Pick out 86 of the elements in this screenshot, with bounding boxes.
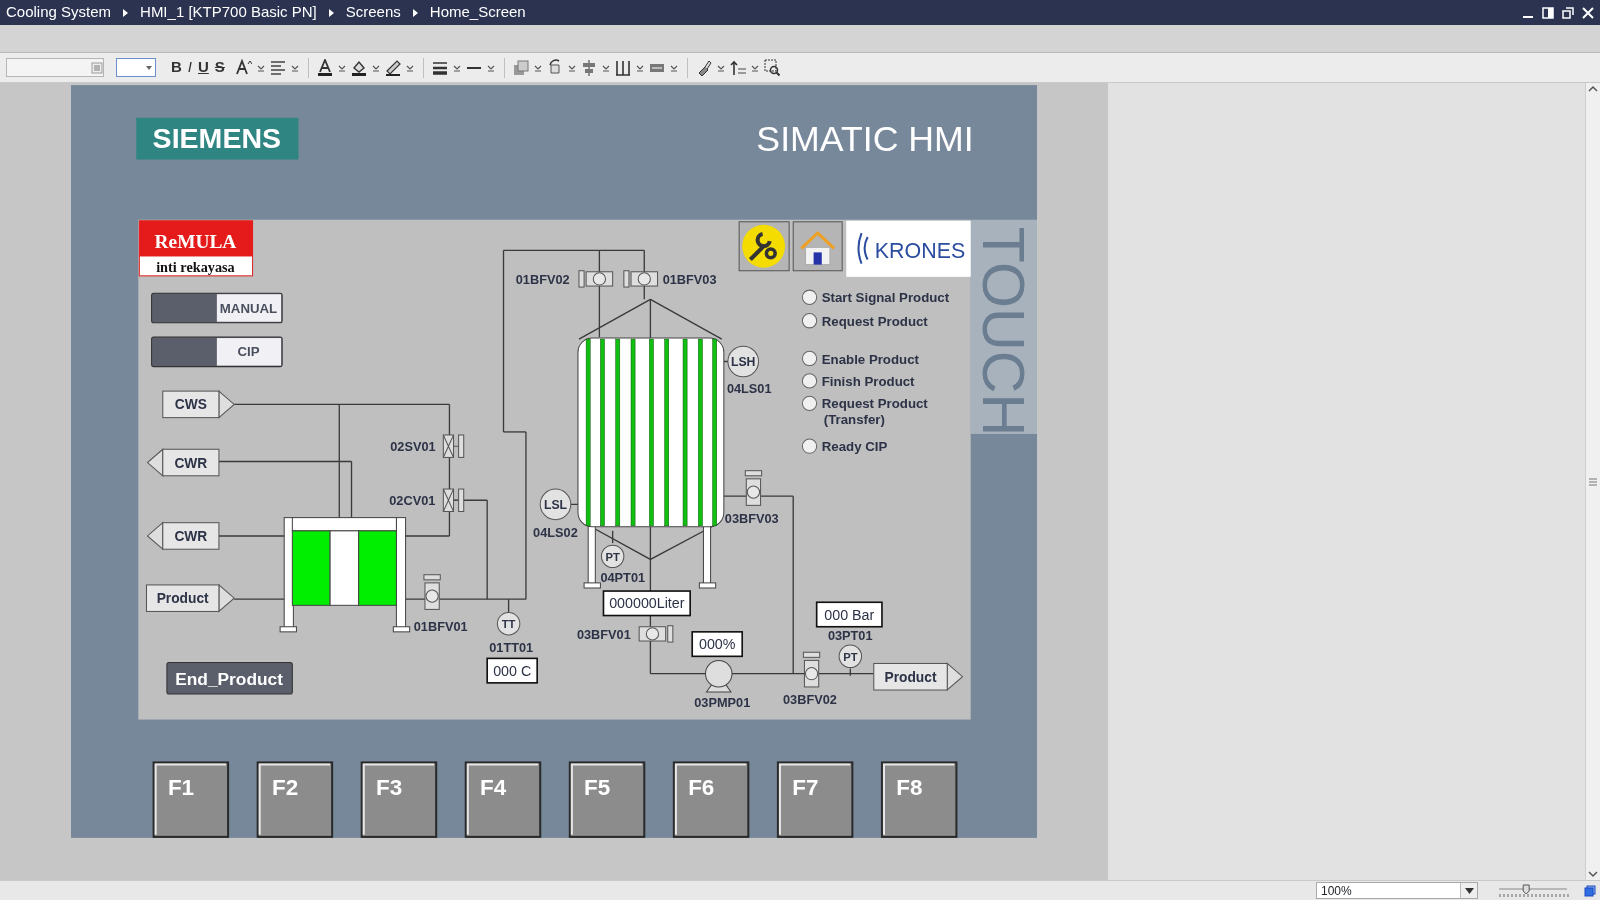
- zoom-area-icon[interactable]: [763, 58, 780, 77]
- scroll-grip-icon[interactable]: [1589, 477, 1597, 486]
- end-product-button[interactable]: End_Product: [166, 661, 293, 695]
- breadcrumb-separator-icon: [412, 8, 418, 17]
- panel-toggle-icon[interactable]: [1584, 884, 1596, 897]
- valve-tag: 02CV01: [389, 493, 436, 509]
- close-icon[interactable]: [1582, 6, 1594, 19]
- instrument-tag: 04LS01: [726, 381, 772, 397]
- zoom-slider[interactable]: [1497, 883, 1569, 898]
- instrument-bubble[interactable]: PT: [600, 544, 625, 569]
- text-color-icon[interactable]: [316, 58, 333, 77]
- instrument-bubble[interactable]: LSH: [727, 345, 760, 378]
- settings-button[interactable]: [738, 221, 790, 272]
- breadcrumb-separator-icon: [328, 8, 334, 17]
- value-display: 000 Bar: [815, 601, 883, 628]
- butterfly-valve-icon[interactable]: [802, 651, 821, 688]
- valve-tag: 03BFV02: [783, 692, 837, 708]
- caret-icon[interactable]: [1464, 887, 1474, 894]
- bold-button[interactable]: B: [168, 56, 185, 79]
- breadcrumb-link[interactable]: Screens: [345, 1, 401, 24]
- pipe-line: [649, 558, 652, 592]
- touch-label: TOUCH: [969, 219, 1037, 437]
- butterfly-valve-icon[interactable]: [623, 270, 659, 288]
- value-display: 000000Liter: [602, 590, 691, 617]
- tab-order-icon[interactable]: [729, 58, 746, 77]
- butterfly-valve-icon[interactable]: [423, 574, 441, 610]
- pipe-line: [649, 298, 652, 340]
- scroll-bar[interactable]: [1585, 83, 1600, 880]
- pump-icon: [704, 659, 733, 693]
- company-logo: ReMULA inti rekayasa: [138, 220, 254, 277]
- line-color-icon[interactable]: [384, 58, 401, 77]
- distribute-icon[interactable]: [614, 58, 631, 77]
- strikethrough-button[interactable]: S: [211, 56, 228, 79]
- font-field[interactable]: [6, 58, 104, 77]
- home-button[interactable]: [792, 221, 843, 272]
- valve-tag: 03BFV03: [724, 510, 779, 526]
- valve-tag: 01BFV02: [515, 272, 570, 287]
- instrument-tag: 04PT01: [600, 569, 646, 585]
- brand-logo: SIEMENS: [136, 117, 299, 160]
- restore-icon[interactable]: [1562, 6, 1574, 19]
- solenoid-valve-icon[interactable]: [442, 488, 465, 512]
- instrument-bubble[interactable]: TT: [496, 611, 521, 636]
- solenoid-valve-icon[interactable]: [442, 434, 465, 458]
- arrange-icon[interactable]: [512, 58, 529, 77]
- mode-switch[interactable]: CIP: [151, 336, 283, 368]
- valve-tag: 03BFV01: [576, 627, 631, 642]
- mode-switch[interactable]: MANUAL: [151, 292, 283, 324]
- value-display: 000 C: [486, 657, 538, 684]
- font-size-field[interactable]: [116, 58, 156, 77]
- font-grow-icon[interactable]: [235, 58, 252, 77]
- panel-model-title: SIMATIC HMI: [756, 119, 974, 160]
- underline-button[interactable]: U: [195, 56, 212, 79]
- valve-tag: 01BFV03: [662, 272, 717, 287]
- italic-button[interactable]: I: [184, 56, 195, 79]
- instrument-bubble[interactable]: LSL: [539, 488, 572, 521]
- breadcrumb-link[interactable]: Home_Screen: [429, 1, 526, 24]
- status-label: Ready CIP: [821, 439, 888, 455]
- align-text-icon[interactable]: [269, 58, 286, 77]
- value-display: 000%: [691, 631, 743, 658]
- butterfly-valve-icon[interactable]: [744, 470, 763, 506]
- status-label: Start Signal Product: [821, 290, 950, 306]
- scroll-down-icon[interactable]: [1587, 868, 1599, 880]
- zoom-value: 100%: [1321, 882, 1352, 900]
- zoom-select[interactable]: 100%: [1316, 882, 1478, 899]
- instrument-bubble[interactable]: PT: [838, 644, 863, 669]
- rotate-icon[interactable]: [546, 58, 563, 77]
- tile-icon[interactable]: [1542, 6, 1554, 19]
- valve-tag: 02SV01: [390, 439, 436, 455]
- instrument-tag: 04LS02: [533, 525, 578, 540]
- breadcrumb-separator-icon: [123, 8, 129, 17]
- status-label: Request Product: [821, 313, 928, 329]
- status-label: Finish Product: [821, 374, 915, 389]
- instrument-tag: 01TT01: [489, 640, 534, 656]
- valve-tag: 01BFV01: [413, 618, 468, 634]
- align-objects-icon[interactable]: [580, 58, 597, 77]
- status-label: Enable Product: [821, 351, 919, 367]
- breadcrumb-link[interactable]: HMI_1 [KTP700 Basic PN]: [140, 1, 317, 24]
- instrument-tag: 03PT01: [827, 628, 873, 643]
- breadcrumb-link[interactable]: Cooling System: [6, 1, 112, 24]
- butterfly-valve-icon[interactable]: [638, 625, 674, 643]
- pump-tag: 03PMP01: [694, 695, 751, 711]
- slider-thumb[interactable]: [1522, 884, 1530, 894]
- pipe-line: [612, 530, 614, 544]
- butterfly-valve-icon[interactable]: [578, 270, 614, 288]
- status-label: Request Product (Transfer): [821, 396, 928, 427]
- customer-logo: KRONES: [846, 220, 971, 277]
